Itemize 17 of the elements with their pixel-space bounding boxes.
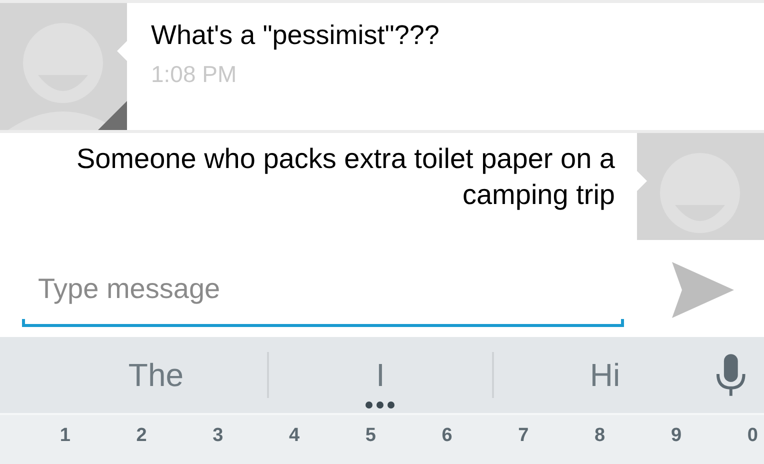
message-input-field[interactable]: Type message (22, 260, 624, 327)
suggestion[interactable]: Hi (590, 351, 620, 399)
suggestion[interactable]: I (376, 351, 385, 399)
key-hint: 6 (442, 426, 452, 448)
key-hint: 3 (212, 426, 224, 448)
microphone-icon[interactable] (716, 354, 746, 396)
message-text: Someone who packs extra toilet paper on a camping trip (75, 142, 615, 212)
key-hint: 7 (518, 426, 529, 448)
key-hint: 5 (365, 426, 376, 448)
key-hint: 8 (594, 426, 606, 448)
key-hint: 1 (60, 426, 70, 448)
key-hint: 9 (670, 426, 682, 448)
key-hint: 4 (288, 426, 300, 448)
key-hint: 0 (747, 426, 758, 448)
suggestion[interactable]: The (128, 351, 184, 399)
message-text: What's a "pessimist"??? (151, 19, 440, 52)
key-hint: 2 (136, 426, 147, 448)
